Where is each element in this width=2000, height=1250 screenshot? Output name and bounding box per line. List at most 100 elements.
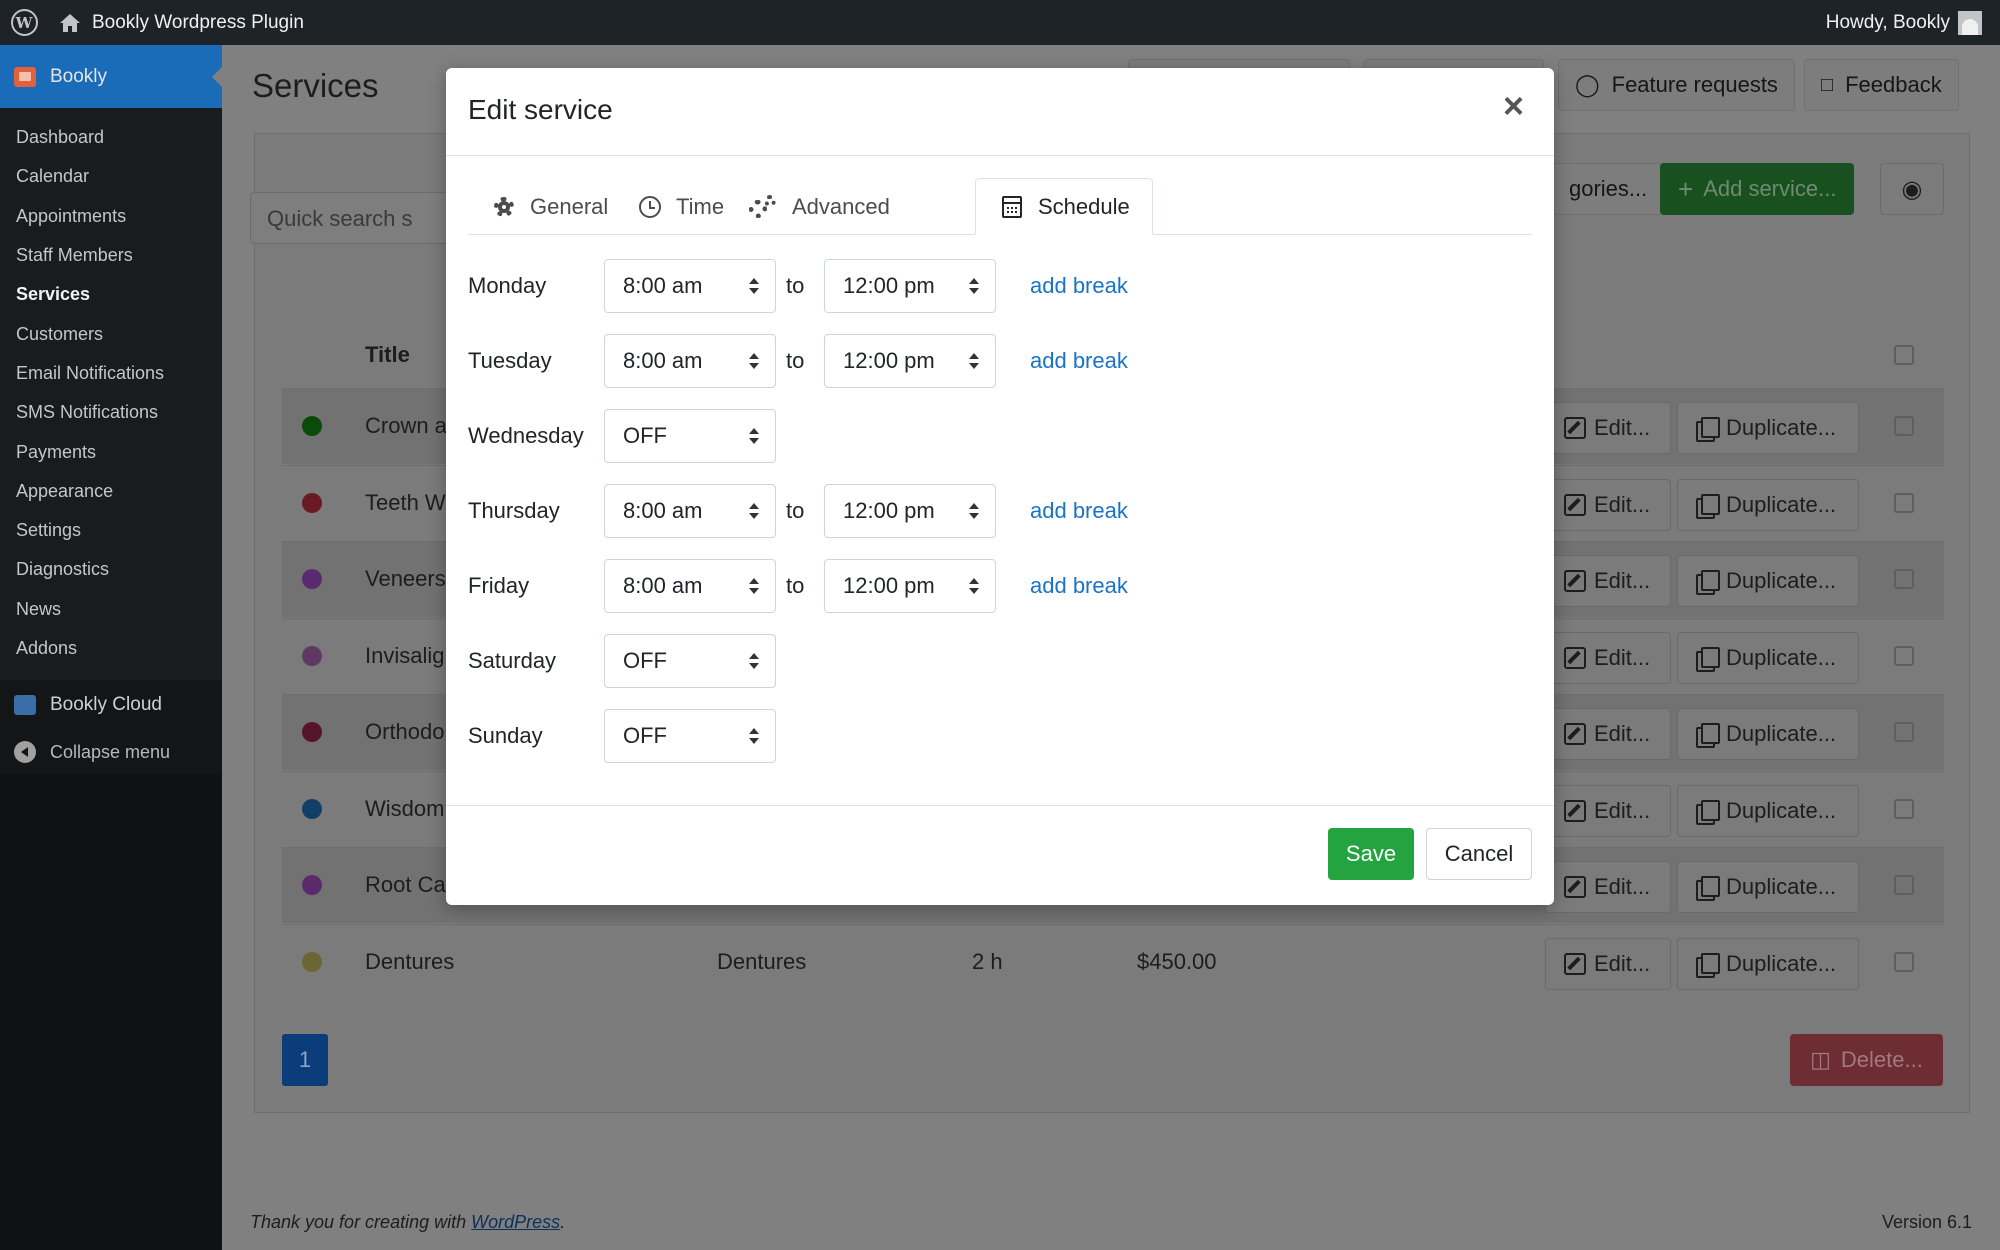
sidebar-item-news[interactable]: News [0,590,222,629]
service-title: Dentures [365,948,455,974]
edit-button[interactable]: Edit... [1545,861,1671,913]
sidebar-item-email-notifications[interactable]: Email Notifications [0,354,222,393]
delete-button[interactable]: ◫ Delete... [1790,1034,1943,1086]
sidebar-item-appearance[interactable]: Appearance [0,472,222,511]
sidebar-item-staff-members[interactable]: Staff Members [0,236,222,275]
cancel-button[interactable]: Cancel [1426,828,1532,880]
edit-icon [1564,646,1586,669]
user-menu[interactable]: Howdy, Bookly [1826,0,1982,45]
sidebar-item-appointments[interactable]: Appointments [0,197,222,236]
end-time-select[interactable]: 12:00 pm [824,484,996,538]
tab-schedule[interactable]: Schedule [975,178,1153,235]
sidebar-item-bookly[interactable]: Bookly [0,45,222,108]
schedule-row-saturday: Saturday OFF [468,634,1168,688]
edit-label: Edit... [1594,874,1651,899]
modal-footer: Save Cancel [446,805,1554,905]
duplicate-label: Duplicate... [1726,415,1837,440]
sidebar-item-customers[interactable]: Customers [0,314,222,353]
row-checkbox[interactable] [1894,645,1914,666]
select-all-checkbox[interactable] [1894,345,1914,365]
edit-button[interactable]: Edit... [1545,708,1671,760]
row-checkbox[interactable] [1894,492,1914,513]
quick-search-input[interactable]: Quick search s [250,192,450,244]
sidebar-item-dashboard[interactable]: Dashboard [0,118,222,157]
sidebar-item-payments[interactable]: Payments [0,432,222,471]
select-caret-icon [749,728,759,746]
row-checkbox[interactable] [1894,798,1914,819]
footer-credit: Thank you for creating with WordPress. [250,1212,566,1232]
column-visibility-button[interactable]: ◉ [1880,163,1944,215]
duplicate-button[interactable]: Duplicate... [1677,708,1859,760]
start-time-select[interactable]: OFF [604,409,776,463]
tab-advanced[interactable]: Advanced [724,178,890,235]
add-break-link[interactable]: add break [1030,498,1128,524]
edit-button[interactable]: Edit... [1545,784,1671,837]
add-break-link[interactable]: add break [1030,348,1128,374]
sidebar-item-calendar[interactable]: Calendar [0,157,222,196]
end-time-select[interactable]: 12:00 pm [824,559,996,613]
start-time-select[interactable]: 8:00 am [604,559,776,613]
tab-time[interactable]: Time [614,178,724,235]
start-time-select[interactable]: 8:00 am [604,334,776,388]
tab-schedule-label: Schedule [1038,193,1130,219]
column-header-title: Title [365,342,410,367]
edit-button[interactable]: Edit... [1545,402,1671,454]
start-time-select[interactable]: 8:00 am [604,484,776,538]
feature-requests-button[interactable]: ◯ Feature requests [1558,59,1795,111]
sidebar-item-services[interactable]: Services [0,275,222,314]
duplicate-button[interactable]: Duplicate... [1677,861,1859,913]
sidebar-item-diagnostics[interactable]: Diagnostics [0,550,222,589]
row-checkbox[interactable] [1894,722,1914,742]
sidebar-item-settings[interactable]: Settings [0,511,222,550]
admin-bar: W Bookly Wordpress Plugin Howdy, Bookly [0,0,2000,45]
wordpress-logo-icon[interactable]: W [0,0,48,45]
close-icon[interactable]: × [1503,88,1524,124]
duplicate-button[interactable]: Duplicate... [1677,478,1859,531]
tab-general[interactable]: General [468,178,608,235]
categories-button[interactable]: gories... [1552,163,1665,215]
start-time-select[interactable]: 8:00 am [604,259,776,313]
edit-icon [1564,799,1586,822]
select-caret-icon [749,353,759,371]
end-time-select[interactable]: 12:00 pm [824,259,996,313]
save-button[interactable]: Save [1328,828,1414,880]
end-time-select[interactable]: 12:00 pm [824,334,996,388]
row-checkbox[interactable] [1894,875,1914,895]
collapse-menu-button[interactable]: Collapse menu [0,730,222,775]
add-break-link[interactable]: add break [1030,273,1128,299]
schedule-row-friday: Friday 8:00 am to 12:00 pm add break [468,559,1168,613]
service-category: Dentures [717,948,807,974]
duplicate-button[interactable]: Duplicate... [1677,937,1859,990]
day-label: Sunday [468,723,543,748]
pagination-page-1[interactable]: 1 [282,1034,328,1086]
wordpress-link[interactable]: WordPress [471,1212,560,1232]
color-dot [302,722,322,742]
add-service-button[interactable]: + Add service... [1660,163,1855,215]
sidebar-item-bookly-cloud[interactable]: Bookly Cloud [0,680,222,731]
row-checkbox[interactable] [1894,569,1914,589]
copy-icon [1696,493,1720,519]
edit-button[interactable]: Edit... [1545,937,1671,990]
sidebar-item-sms-notifications[interactable]: SMS Notifications [0,393,222,432]
edit-icon [1564,876,1586,898]
color-dot [302,798,322,819]
edit-button[interactable]: Edit... [1545,631,1671,684]
site-name-link[interactable]: Bookly Wordpress Plugin [58,11,304,35]
duplicate-button[interactable]: Duplicate... [1677,402,1859,454]
service-title: Teeth W [365,489,446,515]
add-break-link[interactable]: add break [1030,573,1128,599]
duplicate-button[interactable]: Duplicate... [1677,631,1859,684]
sidebar-item-addons[interactable]: Addons [0,629,222,668]
edit-button[interactable]: Edit... [1545,555,1671,607]
copy-icon [1696,799,1720,825]
feedback-button[interactable]: □ Feedback [1804,59,1959,111]
row-checkbox[interactable] [1894,951,1914,972]
modal-header: Edit service × [446,68,1554,156]
row-checkbox[interactable] [1894,416,1914,436]
start-time-select[interactable]: OFF [604,634,776,688]
duplicate-button[interactable]: Duplicate... [1677,555,1859,607]
copy-icon [1696,646,1720,672]
start-time-select[interactable]: OFF [604,709,776,763]
edit-button[interactable]: Edit... [1545,478,1671,531]
duplicate-button[interactable]: Duplicate... [1677,784,1859,837]
